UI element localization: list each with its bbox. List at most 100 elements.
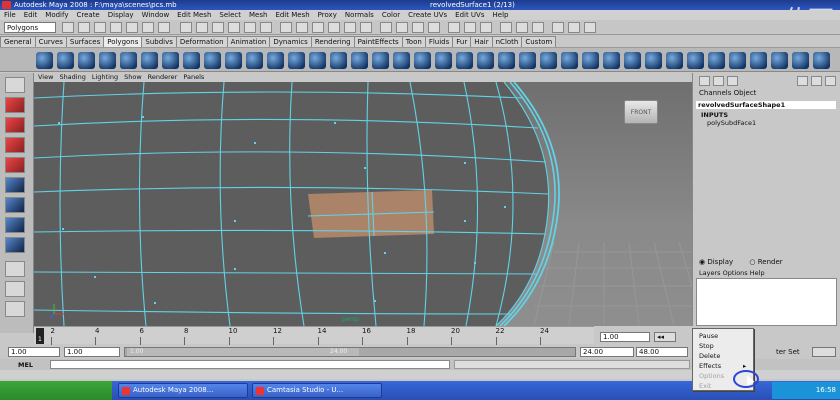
menu-item[interactable]: Modify <box>45 11 68 19</box>
playback-start-field[interactable]: 1.00 <box>64 347 120 357</box>
shelf-tool-icon[interactable] <box>519 52 536 69</box>
shelf-tool-icon[interactable] <box>708 52 725 69</box>
status-line-button[interactable] <box>328 22 340 33</box>
shelf-tab[interactable]: Curves <box>34 36 67 47</box>
menu-item[interactable]: File <box>4 11 16 19</box>
shelf-tool-icon[interactable] <box>225 52 242 69</box>
render-radio[interactable]: ○ <box>749 258 757 266</box>
status-line-button[interactable] <box>228 22 240 33</box>
status-line-button[interactable] <box>448 22 460 33</box>
input-node-item[interactable]: polySubdFace1 <box>707 119 756 127</box>
key-icon[interactable] <box>812 347 836 357</box>
menu-set-dropdown[interactable]: Polygons <box>4 22 56 33</box>
status-line-button[interactable] <box>212 22 224 33</box>
status-line-button[interactable] <box>296 22 308 33</box>
shelf-tool-icon[interactable] <box>477 52 494 69</box>
shelf-tool-icon[interactable] <box>414 52 431 69</box>
menu-item[interactable]: Select <box>219 11 241 19</box>
status-line-button[interactable] <box>260 22 272 33</box>
status-line-button[interactable] <box>412 22 424 33</box>
end-time-field[interactable]: 48.00 <box>636 347 688 357</box>
menu-item[interactable]: Normals <box>345 11 374 19</box>
layout-icon-a[interactable] <box>797 76 808 86</box>
status-line-button[interactable] <box>110 22 122 33</box>
layout-persp-outliner-icon[interactable] <box>5 281 25 297</box>
scale-tool-icon[interactable] <box>5 177 25 193</box>
menu-options[interactable]: Options <box>723 269 748 277</box>
shelf-tab[interactable]: Subdivs <box>141 36 177 47</box>
shelf-tab[interactable]: Deformation <box>175 36 228 47</box>
panel-menu-item[interactable]: Show <box>124 73 142 81</box>
shelf-tool-icon[interactable] <box>141 52 158 69</box>
shelf-tool-icon[interactable] <box>750 52 767 69</box>
menu-item[interactable]: Proxy <box>318 11 337 19</box>
shelf-tool-icon[interactable] <box>36 52 53 69</box>
tab-object[interactable]: Object <box>734 89 757 97</box>
context-menu-item[interactable]: Effects <box>699 362 721 370</box>
shelf-tab[interactable]: Fur <box>452 36 472 47</box>
status-line-button[interactable] <box>500 22 512 33</box>
shelf-tab[interactable]: Polygons <box>103 36 143 47</box>
shelf-tool-icon[interactable] <box>813 52 830 69</box>
context-menu-item[interactable]: Pause <box>699 332 718 340</box>
shelf-tab[interactable]: General <box>0 36 36 47</box>
shelf-tab[interactable]: Dynamics <box>269 36 312 47</box>
shelf-tab[interactable]: nCloth <box>491 36 523 47</box>
menu-item[interactable]: Mesh <box>249 11 267 19</box>
move-tool-icon[interactable] <box>5 137 25 153</box>
shelf-tool-icon[interactable] <box>78 52 95 69</box>
shelf-tool-icon[interactable] <box>435 52 452 69</box>
context-menu-item[interactable]: Delete <box>699 352 720 360</box>
status-line-button[interactable] <box>94 22 106 33</box>
shelf-tool-icon[interactable] <box>246 52 263 69</box>
shelf-tool-icon[interactable] <box>666 52 683 69</box>
shelf-tool-icon[interactable] <box>204 52 221 69</box>
shelf-tool-icon[interactable] <box>540 52 557 69</box>
shelf-tool-icon[interactable] <box>771 52 788 69</box>
paint-select-tool-icon[interactable] <box>5 117 25 133</box>
status-line-button[interactable] <box>360 22 372 33</box>
layout-four-icon[interactable] <box>5 261 25 277</box>
shelf-tool-icon[interactable] <box>729 52 746 69</box>
menu-item[interactable]: Edit Mesh <box>275 11 309 19</box>
channel-box-object-name[interactable]: revolvedSurfaceShape1 <box>696 101 836 109</box>
shelf-tab[interactable]: PaintEffects <box>353 36 403 47</box>
manipulator-tool-icon[interactable] <box>5 197 25 213</box>
current-frame-field[interactable]: 1.00 <box>600 332 650 342</box>
layout-icon-c[interactable] <box>825 76 836 86</box>
shelf-tool-icon[interactable] <box>330 52 347 69</box>
menu-item[interactable]: Color <box>382 11 400 19</box>
last-tool-icon[interactable] <box>5 217 25 233</box>
attribute-editor-toggle-icon[interactable] <box>713 76 724 86</box>
layout-single-icon[interactable] <box>5 237 25 253</box>
lasso-tool-icon[interactable] <box>5 97 25 113</box>
status-line-button[interactable] <box>196 22 208 33</box>
menu-item[interactable]: Edit Mesh <box>177 11 211 19</box>
status-line-button[interactable] <box>62 22 74 33</box>
time-slider[interactable]: 2 4 6 8 10 12 14 16 18 20 22 24 <box>34 326 594 345</box>
status-line-button[interactable] <box>552 22 564 33</box>
layout-graph-icon[interactable] <box>5 301 25 317</box>
command-input[interactable] <box>50 360 450 369</box>
status-line-button[interactable] <box>344 22 356 33</box>
menu-item[interactable]: Display <box>108 11 134 19</box>
shelf-tab[interactable]: Custom <box>521 36 557 47</box>
panel-menu-item[interactable]: Renderer <box>148 73 178 81</box>
status-line-button[interactable] <box>280 22 292 33</box>
rotate-tool-icon[interactable] <box>5 157 25 173</box>
menu-help[interactable]: Help <box>750 269 765 277</box>
status-line-button[interactable] <box>142 22 154 33</box>
shelf-tool-icon[interactable] <box>57 52 74 69</box>
start-time-field[interactable]: 1.00 <box>8 347 60 357</box>
status-line-button[interactable] <box>480 22 492 33</box>
shelf-tool-icon[interactable] <box>603 52 620 69</box>
status-line-button[interactable] <box>396 22 408 33</box>
shelf-tool-icon[interactable] <box>183 52 200 69</box>
select-tool-icon[interactable] <box>5 77 25 93</box>
shelf-tool-icon[interactable] <box>288 52 305 69</box>
status-line-button[interactable] <box>568 22 580 33</box>
tab-channels[interactable]: Channels <box>699 89 731 97</box>
shelf-tab[interactable]: Animation <box>226 36 271 47</box>
status-line-button[interactable] <box>532 22 544 33</box>
playback-end-field[interactable]: 24.00 <box>580 347 634 357</box>
